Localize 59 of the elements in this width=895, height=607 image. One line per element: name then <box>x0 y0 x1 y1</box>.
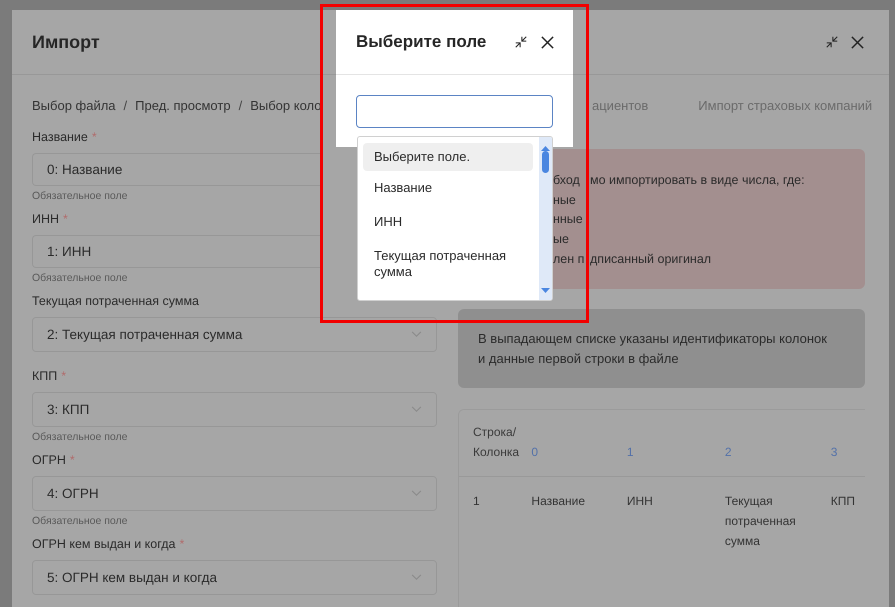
breadcrumb-separator: / <box>238 98 242 112</box>
column-header: Строка/ Колонка <box>459 410 532 476</box>
breadcrumb-link[interactable]: Пред. просмотр <box>135 98 231 112</box>
alert-text: ные <box>553 192 577 209</box>
column-select[interactable]: 0: Название <box>32 153 320 186</box>
field-hint: Обязательное поле <box>32 272 128 284</box>
required-mark: * <box>61 368 66 384</box>
table-cell: 1 <box>459 476 532 551</box>
close-icon[interactable] <box>850 34 865 50</box>
required-mark: * <box>92 129 97 145</box>
minimize-icon[interactable] <box>825 35 839 49</box>
chevron-down-icon <box>411 406 422 413</box>
field-label: ОГРН <box>32 452 66 468</box>
required-mark: * <box>70 452 75 468</box>
option-item[interactable]: Выберите поле. <box>363 143 533 171</box>
scrollbar[interactable] <box>539 137 552 300</box>
alert-text: бход <box>553 172 581 189</box>
chevron-down-icon <box>411 331 422 338</box>
column-select[interactable]: 5: ОГРН кем выдан и когда <box>32 560 437 595</box>
field-hint: Обязательное поле <box>32 515 128 527</box>
dialog-title: Выберите поле <box>356 32 486 52</box>
alert-text: ые <box>553 231 570 248</box>
table-cell: ИНН <box>626 476 725 551</box>
column-header: 2 <box>724 410 831 476</box>
alert-text: лен п <box>553 250 586 268</box>
dialog-title: Импорт <box>32 32 100 52</box>
column-select[interactable]: 3: КПП <box>32 392 437 427</box>
column-header: 3 <box>830 410 865 476</box>
field-label: Текущая потраченная сумма <box>32 293 199 309</box>
field-hint: Обязательное поле <box>32 431 128 443</box>
required-mark: * <box>179 536 184 552</box>
close-icon[interactable] <box>540 34 555 50</box>
alert-text: дписанный оригинал <box>590 250 712 268</box>
alert-text: мо импортировать в виде числа, где: <box>590 172 805 189</box>
info-text: В выпадающем списке указаны идентификаторы колонок и данные первой строки в файле <box>478 330 828 368</box>
column-header: 1 <box>626 410 725 476</box>
column-header: 0 <box>531 410 627 476</box>
option-item[interactable]: Текущая потраченная сумма <box>363 240 533 289</box>
breadcrumb-link[interactable]: Выбор файла <box>32 98 116 112</box>
chevron-down-icon <box>411 574 422 581</box>
field-label: ИНН <box>32 211 60 227</box>
minimize-icon[interactable] <box>514 35 528 49</box>
field-label: КПП <box>32 368 58 384</box>
column-select[interactable]: 1: ИНН <box>32 235 320 268</box>
field-label: Название <box>32 129 88 145</box>
field-label: ОГРН кем выдан и когда <box>32 536 176 552</box>
column-select[interactable]: 2: Текущая потраченная сумма <box>32 317 437 352</box>
option-item[interactable]: ИНН <box>363 206 533 239</box>
field-hint: Обязательное поле <box>32 190 128 202</box>
chevron-down-icon <box>411 490 422 497</box>
table-cell: Название <box>531 476 627 551</box>
required-mark: * <box>63 211 68 227</box>
search-field[interactable] <box>356 95 553 128</box>
option-item[interactable]: Название <box>363 172 533 205</box>
breadcrumb-separator: / <box>124 98 128 112</box>
table-cell: Текущая потраченная сумма <box>724 476 831 551</box>
table-cell: КПП <box>830 476 865 551</box>
alert-text: нные <box>553 211 584 228</box>
column-select[interactable]: 4: ОГРН <box>32 476 437 511</box>
